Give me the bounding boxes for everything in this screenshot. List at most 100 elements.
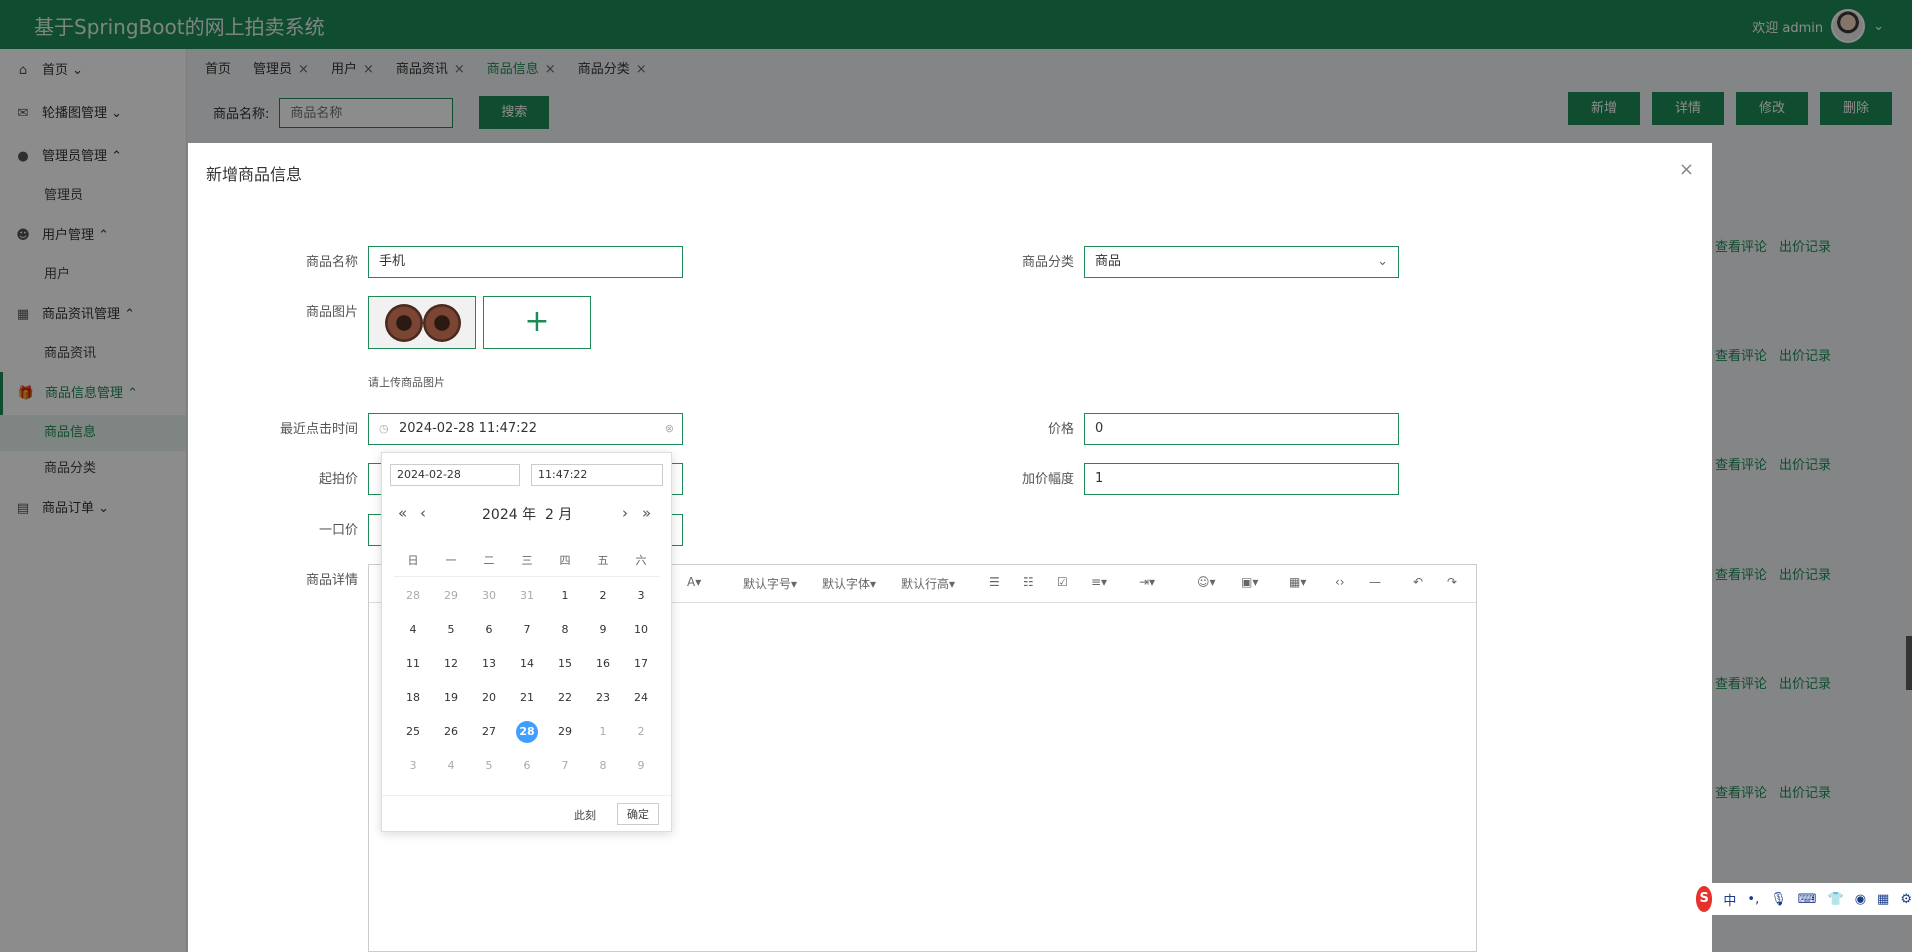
table-icon[interactable]: ▦▾ — [1289, 575, 1306, 589]
ime-lang-toggle[interactable]: 中 — [1723, 890, 1736, 909]
picker-year[interactable]: 2024 年 — [482, 507, 536, 523]
upload-image-button[interactable]: + — [483, 296, 591, 349]
calendar-day[interactable]: 21 — [508, 681, 546, 715]
calendar-day[interactable]: 2 — [622, 715, 660, 749]
calendar-day[interactable]: 17 — [622, 647, 660, 681]
calendar-day[interactable]: 28 — [508, 715, 546, 749]
picker-header: « ‹ 2024 年 2 月 › » — [382, 504, 671, 526]
grid-icon[interactable]: ▦ — [1877, 892, 1889, 907]
confirm-button[interactable]: 确定 — [617, 803, 659, 825]
chevron-down-icon: ⌄ — [1377, 254, 1388, 269]
calendar-day[interactable]: 10 — [622, 613, 660, 647]
calendar-day[interactable]: 1 — [584, 715, 622, 749]
line-height-dropdown[interactable]: 默认行高▾ — [901, 575, 955, 592]
calendar-day[interactable]: 12 — [432, 647, 470, 681]
calendar-day[interactable]: 13 — [470, 647, 508, 681]
datetime-picker: 2024-02-28 11:47:22 « ‹ 2024 年 2 月 › » 日… — [381, 452, 672, 832]
settings-icon[interactable]: ⚙ — [1900, 892, 1912, 907]
calendar-day[interactable]: 1 — [546, 579, 584, 613]
keyboard-icon[interactable]: ⌨ — [1798, 892, 1817, 907]
calendar-day[interactable]: 31 — [508, 579, 546, 613]
upload-hint: 请上传商品图片 — [368, 376, 445, 389]
robot-icon[interactable]: ◉ — [1855, 892, 1866, 907]
calendar-day[interactable]: 14 — [508, 647, 546, 681]
calendar-day[interactable]: 8 — [584, 749, 622, 783]
calendar-day[interactable]: 2 — [584, 579, 622, 613]
calendar-day[interactable]: 11 — [394, 647, 432, 681]
bullet-list-icon[interactable]: ☰ — [989, 575, 1000, 589]
scrollbar[interactable] — [1906, 636, 1912, 690]
clock-icon: ◷ — [379, 422, 389, 435]
calendar-day[interactable]: 19 — [432, 681, 470, 715]
calendar-day[interactable]: 26 — [432, 715, 470, 749]
font-family-dropdown[interactable]: 默认字体▾ — [822, 575, 876, 592]
picker-time-input[interactable]: 11:47:22 — [531, 464, 663, 486]
skin-icon[interactable]: 👕 — [1828, 892, 1844, 907]
calendar-day[interactable]: 8 — [546, 613, 584, 647]
calendar-day[interactable]: 24 — [622, 681, 660, 715]
label-goods-detail: 商品详情 — [305, 573, 358, 588]
label-start-price: 起拍价 — [318, 472, 358, 487]
now-button[interactable]: 此刻 — [574, 807, 596, 823]
calendar-day[interactable]: 7 — [546, 749, 584, 783]
picker-month[interactable]: 2 月 — [545, 507, 572, 523]
calendar-day[interactable]: 25 — [394, 715, 432, 749]
calendar-day[interactable]: 6 — [508, 749, 546, 783]
font-size-dropdown[interactable]: 默认字号▾ — [743, 575, 797, 592]
picker-date-input[interactable]: 2024-02-28 — [390, 464, 520, 486]
ime-toolbar: S 中 •, 🎙 ⌨ 👕 ◉ ▦ ⚙ — [1690, 883, 1912, 915]
font-color-icon[interactable]: A▾ — [687, 575, 701, 589]
calendar-day[interactable]: 4 — [432, 749, 470, 783]
close-icon[interactable]: × — [1679, 159, 1694, 180]
calendar-day[interactable]: 27 — [470, 715, 508, 749]
picker-days-grid: 28 29 30 31 1 2 3 4 5 6 7 8 9 10 11 12 13 14 15 16 17 18 19 20 2… — [394, 579, 660, 783]
image-icon[interactable]: ▣▾ — [1241, 575, 1258, 589]
emoji-icon[interactable]: ☺▾ — [1197, 575, 1216, 589]
calendar-day[interactable]: 29 — [546, 715, 584, 749]
calendar-day[interactable]: 18 — [394, 681, 432, 715]
align-icon[interactable]: ≡▾ — [1091, 575, 1107, 589]
prev-year-icon[interactable]: « — [398, 504, 407, 522]
prev-month-icon[interactable]: ‹ — [420, 504, 426, 522]
next-month-icon[interactable]: › — [622, 504, 628, 522]
mic-icon[interactable]: 🎙 — [1770, 892, 1787, 907]
calendar-day[interactable]: 7 — [508, 613, 546, 647]
calendar-day[interactable]: 5 — [432, 613, 470, 647]
calendar-day[interactable]: 9 — [584, 613, 622, 647]
indent-icon[interactable]: ⇥▾ — [1139, 575, 1155, 589]
last-click-time-input[interactable]: ◷ 2024-02-28 11:47:22 ⊗ — [368, 413, 683, 445]
calendar-day[interactable]: 20 — [470, 681, 508, 715]
numbered-list-icon[interactable]: ☷ — [1023, 575, 1034, 589]
calendar-day[interactable]: 4 — [394, 613, 432, 647]
label-goods-name: 商品名称 — [305, 255, 358, 270]
calendar-day[interactable]: 3 — [394, 749, 432, 783]
clear-icon[interactable]: ⊗ — [665, 414, 674, 444]
increment-input[interactable]: 1 — [1084, 463, 1399, 495]
goods-name-input[interactable]: 手机 — [368, 246, 683, 278]
calendar-day[interactable]: 23 — [584, 681, 622, 715]
calendar-day[interactable]: 5 — [470, 749, 508, 783]
calendar-day[interactable]: 30 — [470, 579, 508, 613]
picker-weekdays: 日一二三四五六 — [394, 552, 660, 577]
divider-icon[interactable]: — — [1369, 575, 1381, 589]
calendar-day[interactable]: 22 — [546, 681, 584, 715]
calendar-day[interactable]: 6 — [470, 613, 508, 647]
dialog-title: 新增商品信息 — [206, 165, 303, 184]
price-input[interactable]: 0 — [1084, 413, 1399, 445]
todo-icon[interactable]: ☑ — [1057, 575, 1068, 589]
next-year-icon[interactable]: » — [642, 504, 651, 522]
calendar-day[interactable]: 28 — [394, 579, 432, 613]
goods-image-thumbnail[interactable] — [368, 296, 476, 349]
undo-icon[interactable]: ↶ — [1413, 575, 1423, 589]
ime-punct-toggle[interactable]: •, — [1747, 892, 1759, 907]
code-icon[interactable]: ‹› — [1335, 575, 1345, 589]
redo-icon[interactable]: ↷ — [1447, 575, 1457, 589]
calendar-day[interactable]: 3 — [622, 579, 660, 613]
sogou-logo-icon[interactable]: S — [1696, 886, 1713, 912]
calendar-day[interactable]: 15 — [546, 647, 584, 681]
calendar-day[interactable]: 16 — [584, 647, 622, 681]
goods-category-select[interactable]: 商品 ⌄ — [1084, 246, 1399, 278]
calendar-day[interactable]: 29 — [432, 579, 470, 613]
category-selected-value: 商品 — [1095, 254, 1122, 269]
calendar-day[interactable]: 9 — [622, 749, 660, 783]
